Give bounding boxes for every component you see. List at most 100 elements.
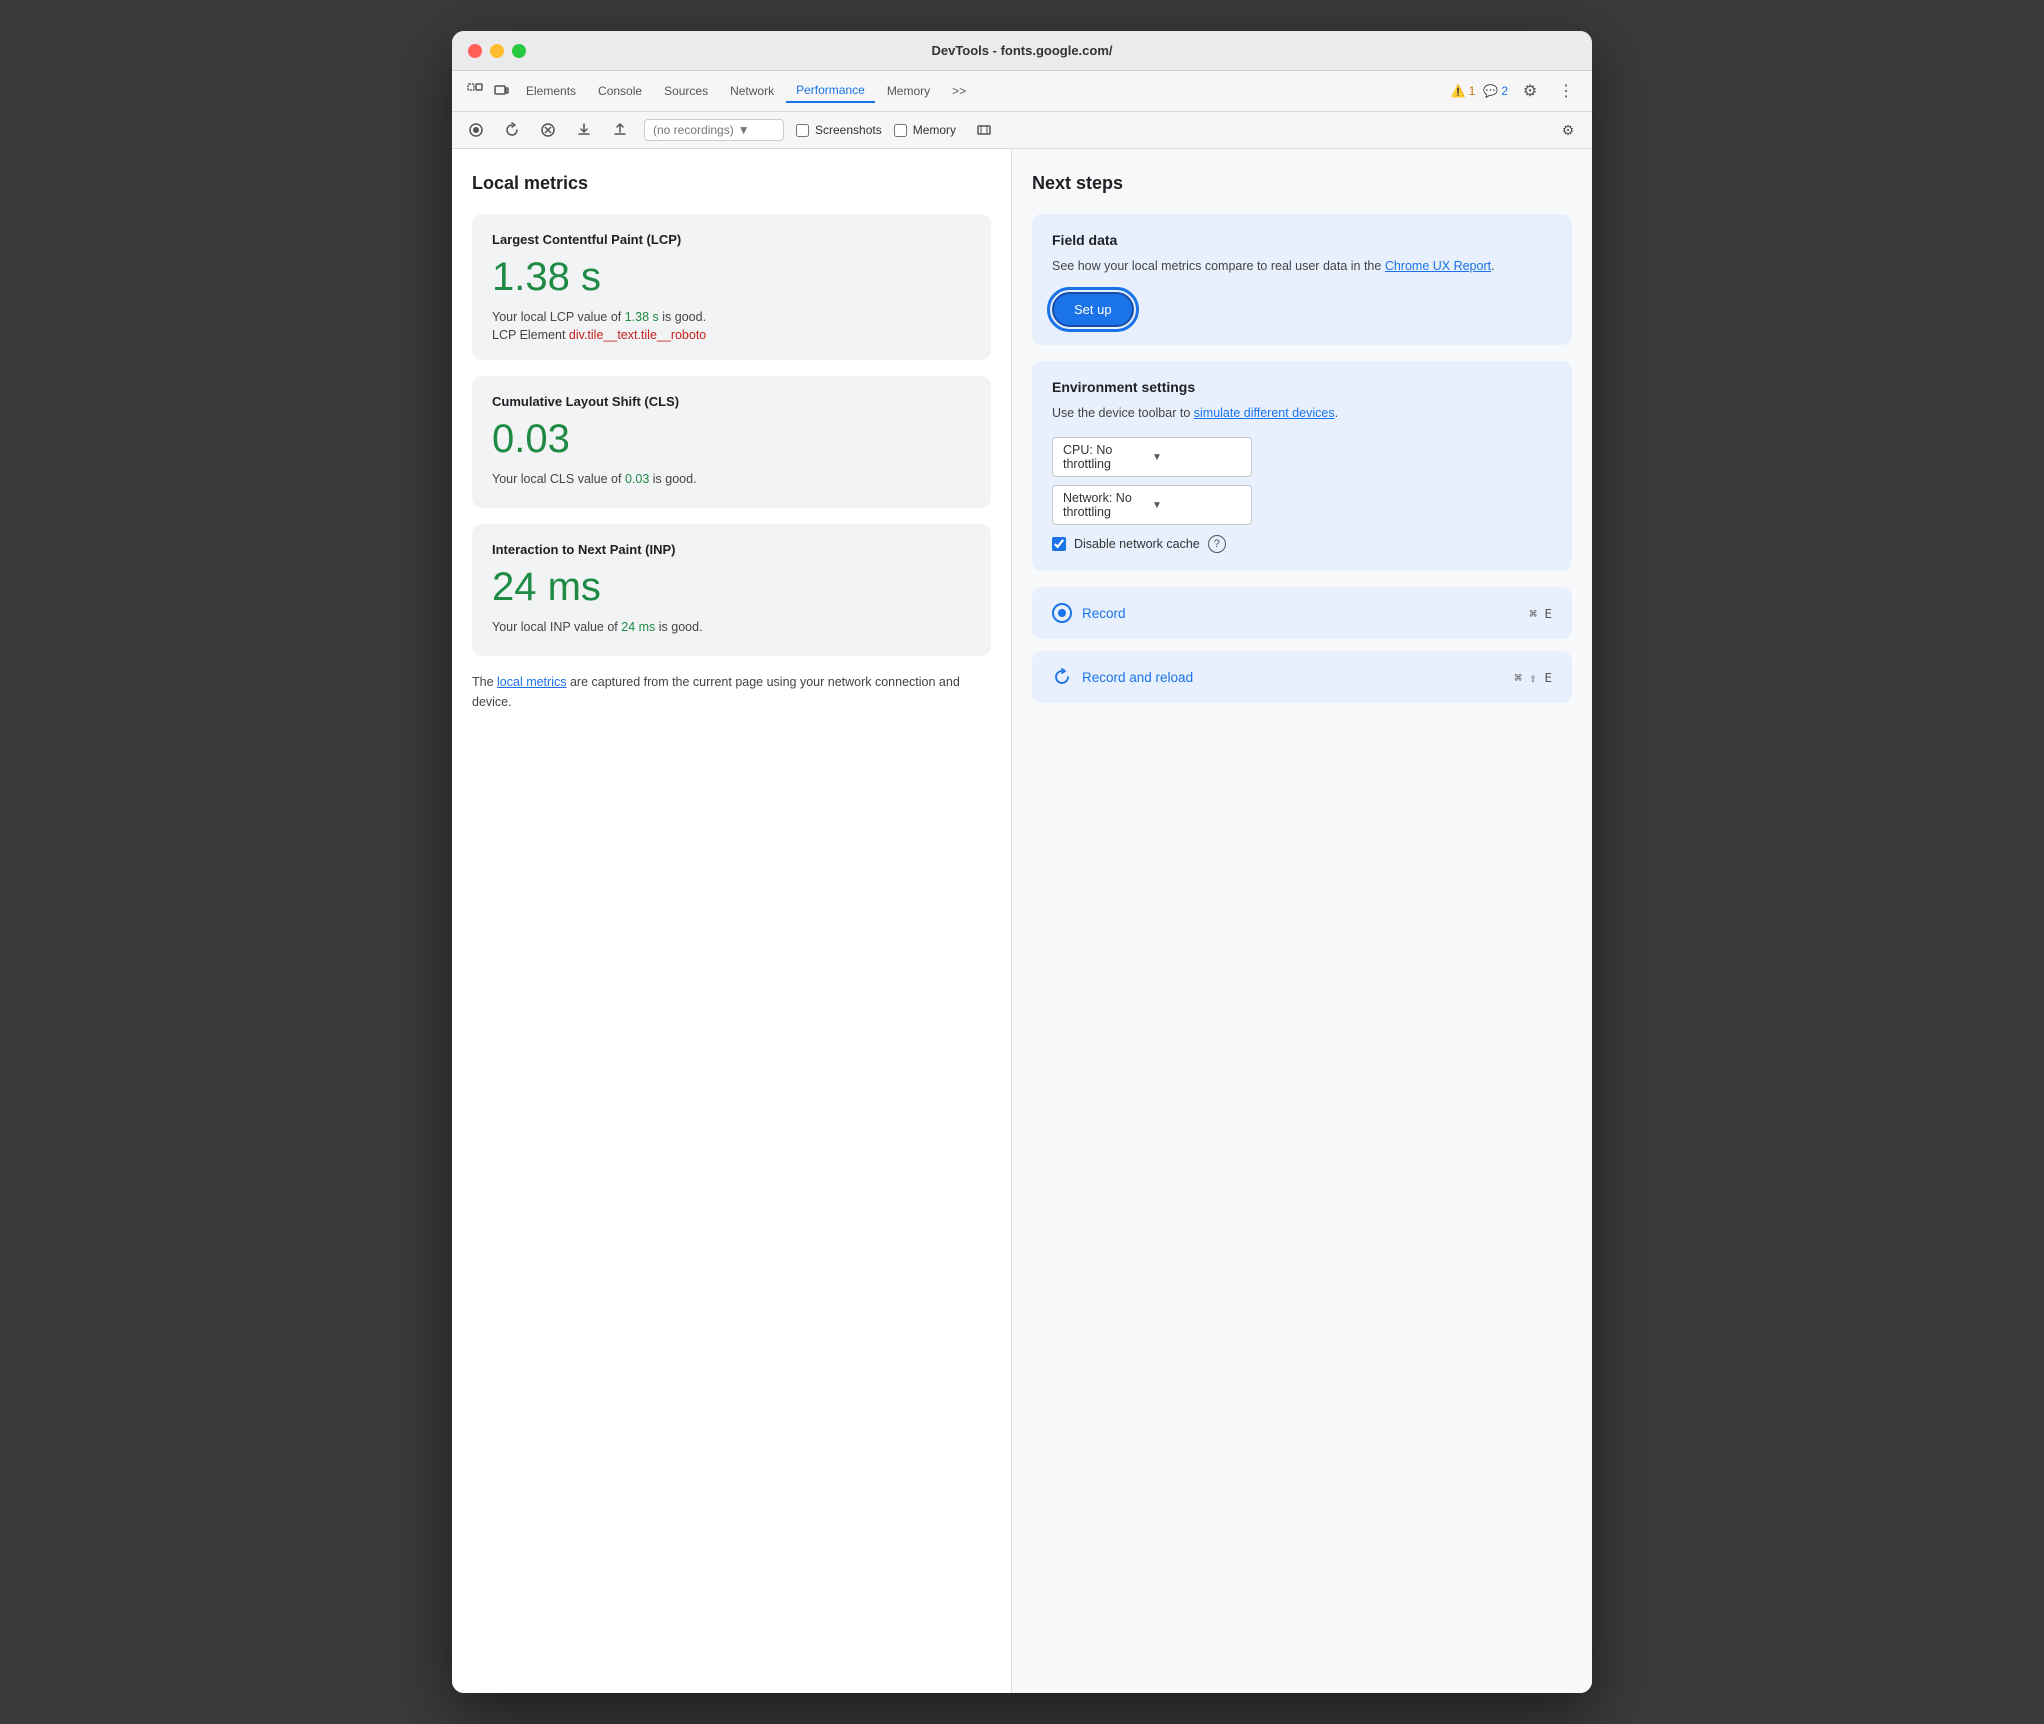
lcp-element-link[interactable]: div.tile__text.tile__roboto [569, 328, 706, 342]
capture-settings-icon[interactable] [972, 118, 996, 142]
simulate-devices-link[interactable]: simulate different devices [1194, 406, 1335, 420]
comment-icon: 💬 [1483, 84, 1498, 98]
field-data-desc-suffix: . [1491, 259, 1494, 273]
warning-icon: ⚠️ [1451, 84, 1466, 98]
memory-label: Memory [913, 123, 956, 137]
network-throttling-value: Network: No throttling [1063, 491, 1152, 519]
record-label: Record [1082, 606, 1126, 621]
inp-card: Interaction to Next Paint (INP) 24 ms Yo… [472, 524, 991, 656]
maximize-button[interactable] [512, 44, 526, 58]
tab-memory[interactable]: Memory [877, 80, 940, 102]
main-toolbar: Elements Console Sources Network Perform… [452, 71, 1592, 112]
device-toolbar-icon[interactable] [490, 80, 512, 102]
perf-toolbar: (no recordings) ▼ Screenshots Memory ⚙ [452, 112, 1592, 149]
memory-checkbox[interactable] [894, 124, 907, 137]
main-content: Local metrics Largest Contentful Paint (… [452, 149, 1592, 1693]
env-settings-card: Environment settings Use the device tool… [1032, 361, 1572, 571]
cls-title: Cumulative Layout Shift (CLS) [492, 394, 971, 409]
cls-card: Cumulative Layout Shift (CLS) 0.03 Your … [472, 376, 991, 508]
disable-cache-label: Disable network cache [1074, 537, 1200, 551]
devtools-window: DevTools - fonts.google.com/ Elements Co… [452, 31, 1592, 1693]
recordings-value: (no recordings) [653, 123, 734, 137]
nav-tabs: Elements Console Sources Network Perform… [516, 79, 1447, 103]
warning-count: 1 [1469, 84, 1476, 98]
local-metrics-title: Local metrics [472, 173, 991, 194]
record-button[interactable] [464, 118, 488, 142]
network-throttling-dropdown[interactable]: Network: No throttling ▼ [1052, 485, 1252, 525]
warning-badge[interactable]: ⚠️ 1 [1451, 84, 1476, 98]
cls-desc: Your local CLS value of 0.03 is good. [492, 472, 971, 486]
cpu-throttling-value: CPU: No throttling [1063, 443, 1152, 471]
tab-more[interactable]: >> [942, 80, 976, 102]
lcp-desc: Your local LCP value of 1.38 s is good. [492, 310, 971, 324]
lcp-element-label: LCP Element [492, 328, 565, 342]
cls-desc-suffix: is good. [649, 472, 696, 486]
memory-checkbox-label[interactable]: Memory [894, 123, 956, 137]
perf-settings-button[interactable]: ⚙ [1556, 118, 1580, 142]
record-reload-action-left: Record and reload [1052, 667, 1193, 687]
inp-title: Interaction to Next Paint (INP) [492, 542, 971, 557]
info-count: 2 [1501, 84, 1508, 98]
inp-desc-prefix: Your local INP value of [492, 620, 621, 634]
info-badge[interactable]: 💬 2 [1483, 84, 1508, 98]
close-button[interactable] [468, 44, 482, 58]
cache-help-icon[interactable]: ? [1208, 535, 1226, 553]
record-reload-icon [1052, 667, 1072, 687]
lcp-desc-prefix: Your local LCP value of [492, 310, 625, 324]
right-panel: Next steps Field data See how your local… [1012, 149, 1592, 1693]
tab-console[interactable]: Console [588, 80, 652, 102]
field-data-card: Field data See how your local metrics co… [1032, 214, 1572, 345]
perf-toolbar-right: ⚙ [1556, 118, 1580, 142]
next-steps-title: Next steps [1032, 173, 1572, 194]
lcp-desc-suffix: is good. [659, 310, 706, 324]
lcp-title: Largest Contentful Paint (LCP) [492, 232, 971, 247]
inp-desc: Your local INP value of 24 ms is good. [492, 620, 971, 634]
more-options-button[interactable]: ⋮ [1552, 77, 1580, 105]
tab-elements[interactable]: Elements [516, 80, 586, 102]
record-shortcut: ⌘ E [1529, 606, 1552, 621]
tab-sources[interactable]: Sources [654, 80, 718, 102]
record-reload-card[interactable]: Record and reload ⌘ ⇧ E [1032, 651, 1572, 703]
field-data-title: Field data [1052, 232, 1552, 248]
cls-value: 0.03 [492, 417, 971, 462]
recordings-dropdown[interactable]: (no recordings) ▼ [644, 119, 784, 141]
left-panel: Local metrics Largest Contentful Paint (… [452, 149, 1012, 1693]
tab-network[interactable]: Network [720, 80, 784, 102]
clear-button[interactable] [536, 118, 560, 142]
record-icon-inner [1058, 609, 1066, 617]
reload-record-button[interactable] [500, 118, 524, 142]
record-card[interactable]: Record ⌘ E [1032, 587, 1572, 639]
settings-button[interactable]: ⚙ [1516, 77, 1544, 105]
traffic-lights [468, 44, 526, 58]
record-action-icon [1052, 603, 1072, 623]
cpu-throttling-dropdown[interactable]: CPU: No throttling ▼ [1052, 437, 1252, 477]
env-desc-prefix: Use the device toolbar to [1052, 406, 1194, 420]
chrome-ux-link[interactable]: Chrome UX Report [1385, 259, 1491, 273]
network-dropdown-arrow-icon: ▼ [1152, 500, 1241, 511]
cls-desc-prefix: Your local CLS value of [492, 472, 625, 486]
lcp-desc-value: 1.38 s [625, 310, 659, 324]
inp-desc-value: 24 ms [621, 620, 655, 634]
footer-text: The local metrics are captured from the … [472, 672, 991, 712]
footer-prefix: The [472, 675, 497, 689]
record-reload-label: Record and reload [1082, 670, 1193, 685]
minimize-button[interactable] [490, 44, 504, 58]
screenshots-checkbox[interactable] [796, 124, 809, 137]
element-selector-icon[interactable] [464, 80, 486, 102]
field-data-desc: See how your local metrics compare to re… [1052, 256, 1552, 276]
setup-button[interactable]: Set up [1052, 292, 1134, 327]
title-bar: DevTools - fonts.google.com/ [452, 31, 1592, 71]
screenshots-label: Screenshots [815, 123, 882, 137]
disable-cache-checkbox[interactable] [1052, 537, 1066, 551]
tab-performance[interactable]: Performance [786, 79, 875, 103]
dropdown-arrow-icon: ▼ [738, 123, 750, 137]
window-title: DevTools - fonts.google.com/ [931, 43, 1112, 58]
screenshots-checkbox-label[interactable]: Screenshots [796, 123, 882, 137]
lcp-element: LCP Element div.tile__text.tile__roboto [492, 328, 971, 342]
save-profile-button[interactable] [608, 118, 632, 142]
env-settings-title: Environment settings [1052, 379, 1552, 395]
local-metrics-link[interactable]: local metrics [497, 675, 566, 689]
load-profile-button[interactable] [572, 118, 596, 142]
toolbar-right: ⚠️ 1 💬 2 ⚙ ⋮ [1451, 77, 1580, 105]
inp-desc-suffix: is good. [655, 620, 702, 634]
